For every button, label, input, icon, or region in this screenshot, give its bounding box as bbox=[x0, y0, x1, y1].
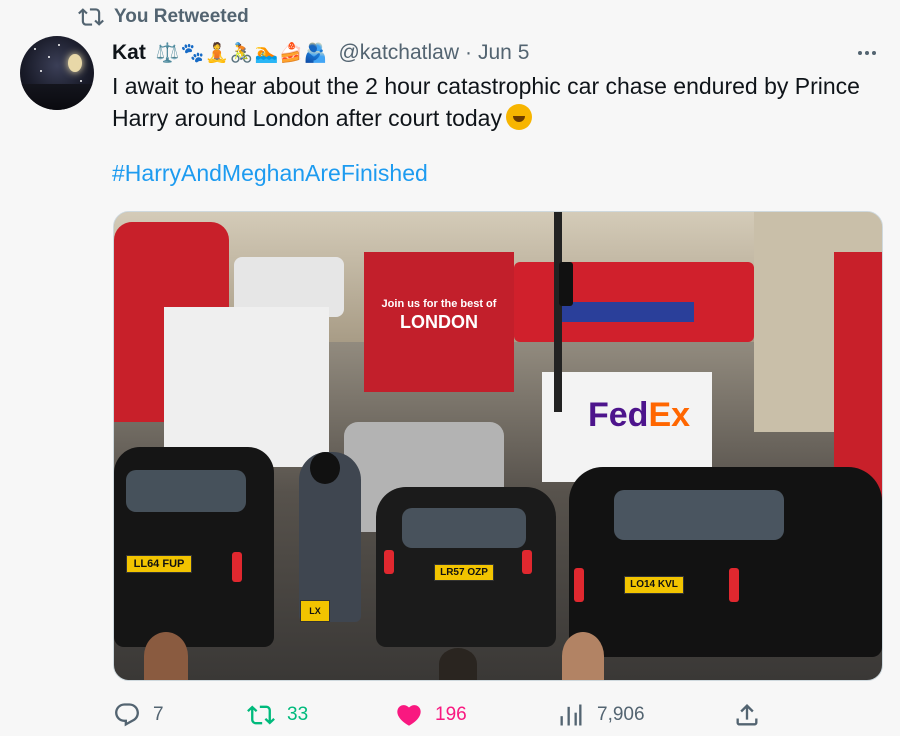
author-name[interactable]: Kat bbox=[112, 41, 146, 65]
reply-icon bbox=[115, 703, 139, 727]
bus-ad-line2: LONDON bbox=[400, 312, 478, 332]
fedex-van: FedEx bbox=[542, 372, 712, 482]
reply-button[interactable]: 7 bbox=[113, 701, 164, 729]
tweet-header: Kat ⚖️🐾🧘🚴🏊🍰🫂 @katchatlaw · Jun 5 bbox=[112, 38, 880, 68]
separator: · bbox=[465, 41, 472, 64]
views-button[interactable]: 7,906 bbox=[557, 701, 645, 729]
more-options-button[interactable] bbox=[854, 40, 880, 66]
like-count: 196 bbox=[435, 704, 467, 725]
tweet-body: I await to hear about the 2 hour catastr… bbox=[112, 73, 860, 131]
retweet-button[interactable]: 33 bbox=[247, 701, 308, 729]
tweet-image[interactable]: Join us for the best of LONDON FedEx LL6… bbox=[113, 211, 883, 681]
share-button[interactable] bbox=[733, 701, 761, 729]
rolling-laughing-emoji-icon bbox=[505, 104, 532, 130]
like-button[interactable]: 196 bbox=[395, 701, 467, 729]
fedex-ex: Ex bbox=[648, 396, 691, 434]
action-bar: 7 33 196 7,906 bbox=[113, 697, 773, 733]
plate-left: LL64 FUP bbox=[126, 555, 192, 573]
author-handle[interactable]: @katchatlaw bbox=[338, 41, 459, 65]
avatar[interactable] bbox=[20, 36, 94, 110]
author-emojis: ⚖️🐾🧘🚴🏊🍰🫂 bbox=[155, 43, 329, 64]
tweet-text: I await to hear about the 2 hour catastr… bbox=[112, 70, 882, 134]
fedex-fe: Fed bbox=[588, 396, 649, 434]
reply-count: 7 bbox=[153, 704, 164, 725]
view-count: 7,906 bbox=[597, 704, 645, 725]
bus-ad: Join us for the best of LONDON bbox=[364, 252, 514, 392]
plate-right: LO14 KVL bbox=[624, 576, 684, 594]
retweet-icon bbox=[247, 705, 275, 725]
heart-icon bbox=[397, 705, 421, 726]
hashtag-link[interactable]: #HarryAndMeghanAreFinished bbox=[112, 160, 428, 187]
retweet-icon bbox=[78, 8, 104, 26]
tweet-date[interactable]: Jun 5 bbox=[478, 41, 529, 65]
more-icon bbox=[858, 51, 876, 55]
share-icon bbox=[736, 704, 758, 726]
bar-chart-icon bbox=[560, 704, 582, 726]
plate-moto: LX bbox=[300, 600, 330, 622]
retweet-count: 33 bbox=[287, 704, 309, 725]
social-context-label: You Retweeted bbox=[114, 6, 249, 27]
moon-graphic bbox=[68, 54, 82, 72]
social-context: You Retweeted bbox=[78, 4, 249, 30]
bus-ad-line1: Join us for the best of bbox=[381, 298, 497, 310]
plate-center: LR57 OZP bbox=[434, 564, 494, 581]
